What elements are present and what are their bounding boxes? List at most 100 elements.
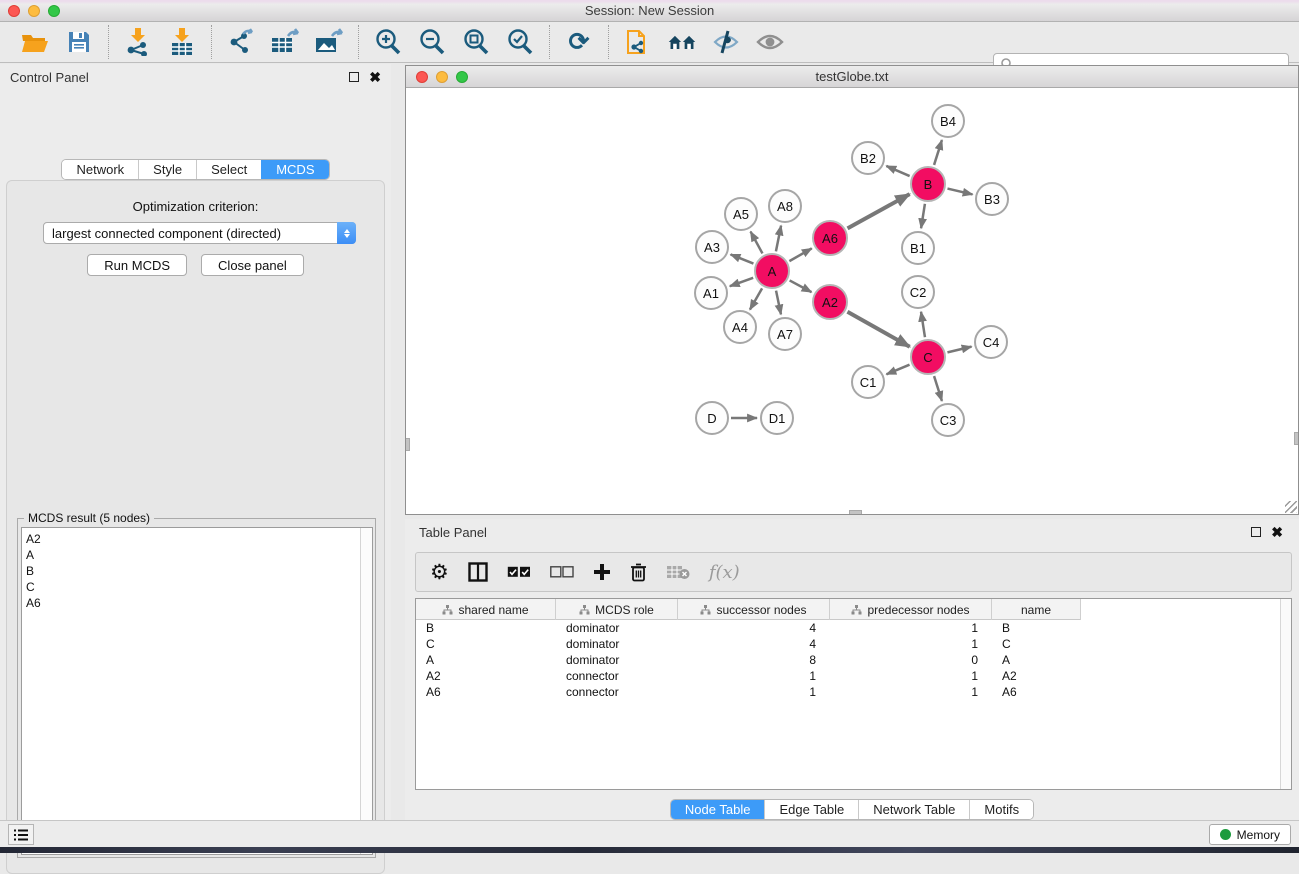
- result-scrollbar[interactable]: [360, 528, 372, 854]
- cell-predecessor-nodes[interactable]: 1: [830, 669, 992, 683]
- tab-style[interactable]: Style: [138, 160, 196, 179]
- node-A8[interactable]: A8: [768, 189, 802, 223]
- close-panel-icon[interactable]: ✖: [369, 70, 381, 84]
- cell-MCDS-role[interactable]: connector: [556, 669, 678, 683]
- edge-B-B1[interactable]: [921, 204, 925, 228]
- delete-table-button[interactable]: [666, 560, 690, 584]
- network-minimize-icon[interactable]: [436, 71, 448, 83]
- network-canvas[interactable]: B4B2BB3A8A5A6A3B1AC2A1A2A4A7C4CC1DD1C3: [406, 88, 1298, 514]
- edge-C-C4[interactable]: [947, 347, 971, 353]
- minimize-window-icon[interactable]: [28, 5, 40, 17]
- home-pair-button[interactable]: [667, 27, 697, 57]
- memory-button[interactable]: Memory: [1209, 824, 1291, 845]
- table-row[interactable]: A6connector11A6: [416, 684, 1291, 700]
- network-document-button[interactable]: [623, 27, 653, 57]
- run-mcds-button[interactable]: Run MCDS: [87, 254, 187, 276]
- node-D[interactable]: D: [695, 401, 729, 435]
- mcds-result-list[interactable]: A2ABCA6: [21, 527, 373, 855]
- zoom-in-button[interactable]: [373, 27, 403, 57]
- table-row[interactable]: Cdominator41C: [416, 636, 1291, 652]
- node-A7[interactable]: A7: [768, 317, 802, 351]
- node-D1[interactable]: D1: [760, 401, 794, 435]
- edge-A2-C[interactable]: [847, 312, 909, 347]
- node-A6[interactable]: A6: [812, 220, 848, 256]
- tab-motifs[interactable]: Motifs: [969, 800, 1033, 819]
- cell-MCDS-role[interactable]: dominator: [556, 621, 678, 635]
- cell-successor-nodes[interactable]: 4: [678, 637, 830, 651]
- cell-shared-name[interactable]: B: [416, 621, 556, 635]
- tab-node-table[interactable]: Node Table: [671, 800, 765, 819]
- node-C[interactable]: C: [910, 339, 946, 375]
- close-panel-button[interactable]: Close panel: [201, 254, 304, 276]
- tab-edge-table[interactable]: Edge Table: [764, 800, 858, 819]
- cell-predecessor-nodes[interactable]: 1: [830, 685, 992, 699]
- edge-B-B2[interactable]: [886, 166, 909, 176]
- result-item[interactable]: B: [26, 563, 356, 579]
- cell-shared-name[interactable]: C: [416, 637, 556, 651]
- cell-shared-name[interactable]: A6: [416, 685, 556, 699]
- edge-A-A3[interactable]: [731, 254, 754, 263]
- tab-mcds[interactable]: MCDS: [261, 160, 328, 179]
- node-C3[interactable]: C3: [931, 403, 965, 437]
- result-item[interactable]: C: [26, 579, 356, 595]
- cell-MCDS-role[interactable]: connector: [556, 685, 678, 699]
- cell-predecessor-nodes[interactable]: 1: [830, 621, 992, 635]
- edge-A-A8[interactable]: [776, 226, 781, 252]
- cell-name[interactable]: C: [992, 637, 1081, 651]
- table-settings-button[interactable]: ⚙: [430, 560, 449, 584]
- edge-A-A1[interactable]: [730, 278, 753, 286]
- tab-network-table[interactable]: Network Table: [858, 800, 969, 819]
- node-A1[interactable]: A1: [694, 276, 728, 310]
- cell-successor-nodes[interactable]: 1: [678, 685, 830, 699]
- maximize-window-icon[interactable]: [48, 5, 60, 17]
- task-history-button[interactable]: [8, 824, 34, 845]
- result-item[interactable]: A6: [26, 595, 356, 611]
- cell-successor-nodes[interactable]: 8: [678, 653, 830, 667]
- node-C4[interactable]: C4: [974, 325, 1008, 359]
- node-A[interactable]: A: [754, 253, 790, 289]
- table-row[interactable]: Adominator80A: [416, 652, 1291, 668]
- column-header-MCDS-role[interactable]: MCDS role: [556, 599, 678, 620]
- cell-shared-name[interactable]: A: [416, 653, 556, 667]
- cell-name[interactable]: B: [992, 621, 1081, 635]
- refresh-layout-button[interactable]: ⟳: [564, 27, 594, 57]
- zoom-selected-button[interactable]: [505, 27, 535, 57]
- node-table[interactable]: shared nameMCDS rolesuccessor nodesprede…: [415, 598, 1292, 790]
- edge-C-C2[interactable]: [921, 312, 925, 337]
- cell-name[interactable]: A6: [992, 685, 1081, 699]
- cell-predecessor-nodes[interactable]: 1: [830, 637, 992, 651]
- edge-B-B4[interactable]: [934, 140, 942, 165]
- zoom-out-button[interactable]: [417, 27, 447, 57]
- table-row[interactable]: Bdominator41B: [416, 620, 1291, 636]
- column-visibility-button[interactable]: [468, 560, 488, 584]
- node-C2[interactable]: C2: [901, 275, 935, 309]
- open-session-button[interactable]: [20, 27, 50, 57]
- edge-A-A5[interactable]: [751, 232, 763, 254]
- export-network-button[interactable]: [226, 27, 256, 57]
- function-builder-button[interactable]: f(x): [709, 560, 740, 584]
- add-column-button[interactable]: [593, 560, 611, 584]
- edge-C-C3[interactable]: [934, 376, 942, 401]
- import-table-button[interactable]: [167, 27, 197, 57]
- node-A4[interactable]: A4: [723, 310, 757, 344]
- save-session-button[interactable]: [64, 27, 94, 57]
- cell-name[interactable]: A2: [992, 669, 1081, 683]
- column-header-successor-nodes[interactable]: successor nodes: [678, 599, 830, 620]
- node-B[interactable]: B: [910, 166, 946, 202]
- cell-MCDS-role[interactable]: dominator: [556, 637, 678, 651]
- tab-select[interactable]: Select: [196, 160, 261, 179]
- tab-network[interactable]: Network: [62, 160, 138, 179]
- cell-name[interactable]: A: [992, 653, 1081, 667]
- zoom-fit-button[interactable]: [461, 27, 491, 57]
- node-B2[interactable]: B2: [851, 141, 885, 175]
- show-preview-button[interactable]: [755, 27, 785, 57]
- node-B1[interactable]: B1: [901, 231, 935, 265]
- network-maximize-icon[interactable]: [456, 71, 468, 83]
- node-A5[interactable]: A5: [724, 197, 758, 231]
- cell-successor-nodes[interactable]: 1: [678, 669, 830, 683]
- cell-MCDS-role[interactable]: dominator: [556, 653, 678, 667]
- edge-A-A7[interactable]: [776, 291, 781, 315]
- network-close-icon[interactable]: [416, 71, 428, 83]
- column-header-predecessor-nodes[interactable]: predecessor nodes: [830, 599, 992, 620]
- edge-A6-B[interactable]: [848, 194, 910, 228]
